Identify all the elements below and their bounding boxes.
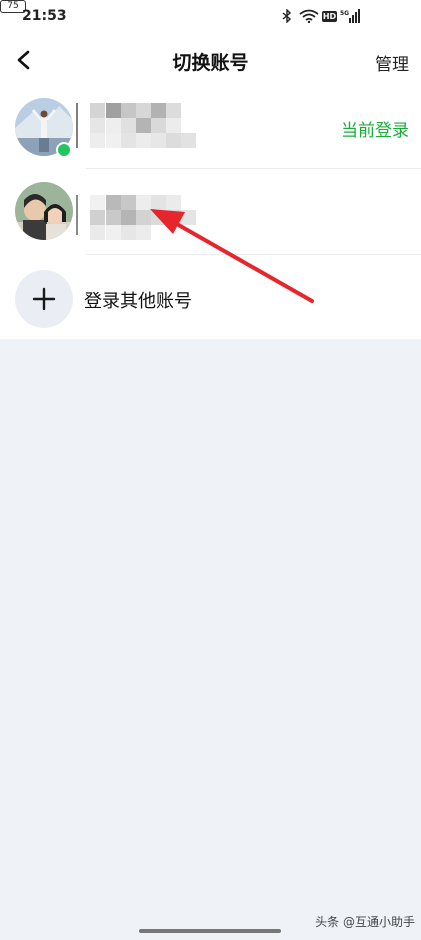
current-login-label: 当前登录 [341,121,409,141]
signal-icon: 5G [340,9,360,23]
row-divider [86,168,421,169]
page-title: 切换账号 [172,52,249,74]
hd-icon: HD [322,11,337,22]
wifi-icon [299,9,319,23]
avatar [15,182,73,240]
plus-icon [32,287,56,311]
annotation-arrow-icon [150,209,314,303]
account-row-current[interactable]: 当前登录 [0,86,421,170]
online-status-dot [56,142,72,158]
network-type-label: 5G [340,10,349,17]
watermark-text: 头条 @互通小助手 [315,915,415,929]
manage-button[interactable]: 管理 [375,50,409,75]
account-name-redacted [76,103,216,157]
home-indicator[interactable] [139,929,281,933]
bluetooth-icon [282,9,292,23]
add-account-circle [15,270,73,328]
status-time: 21:53 [22,8,67,24]
status-bar: 21:53 HD 5G 75 [0,0,421,34]
